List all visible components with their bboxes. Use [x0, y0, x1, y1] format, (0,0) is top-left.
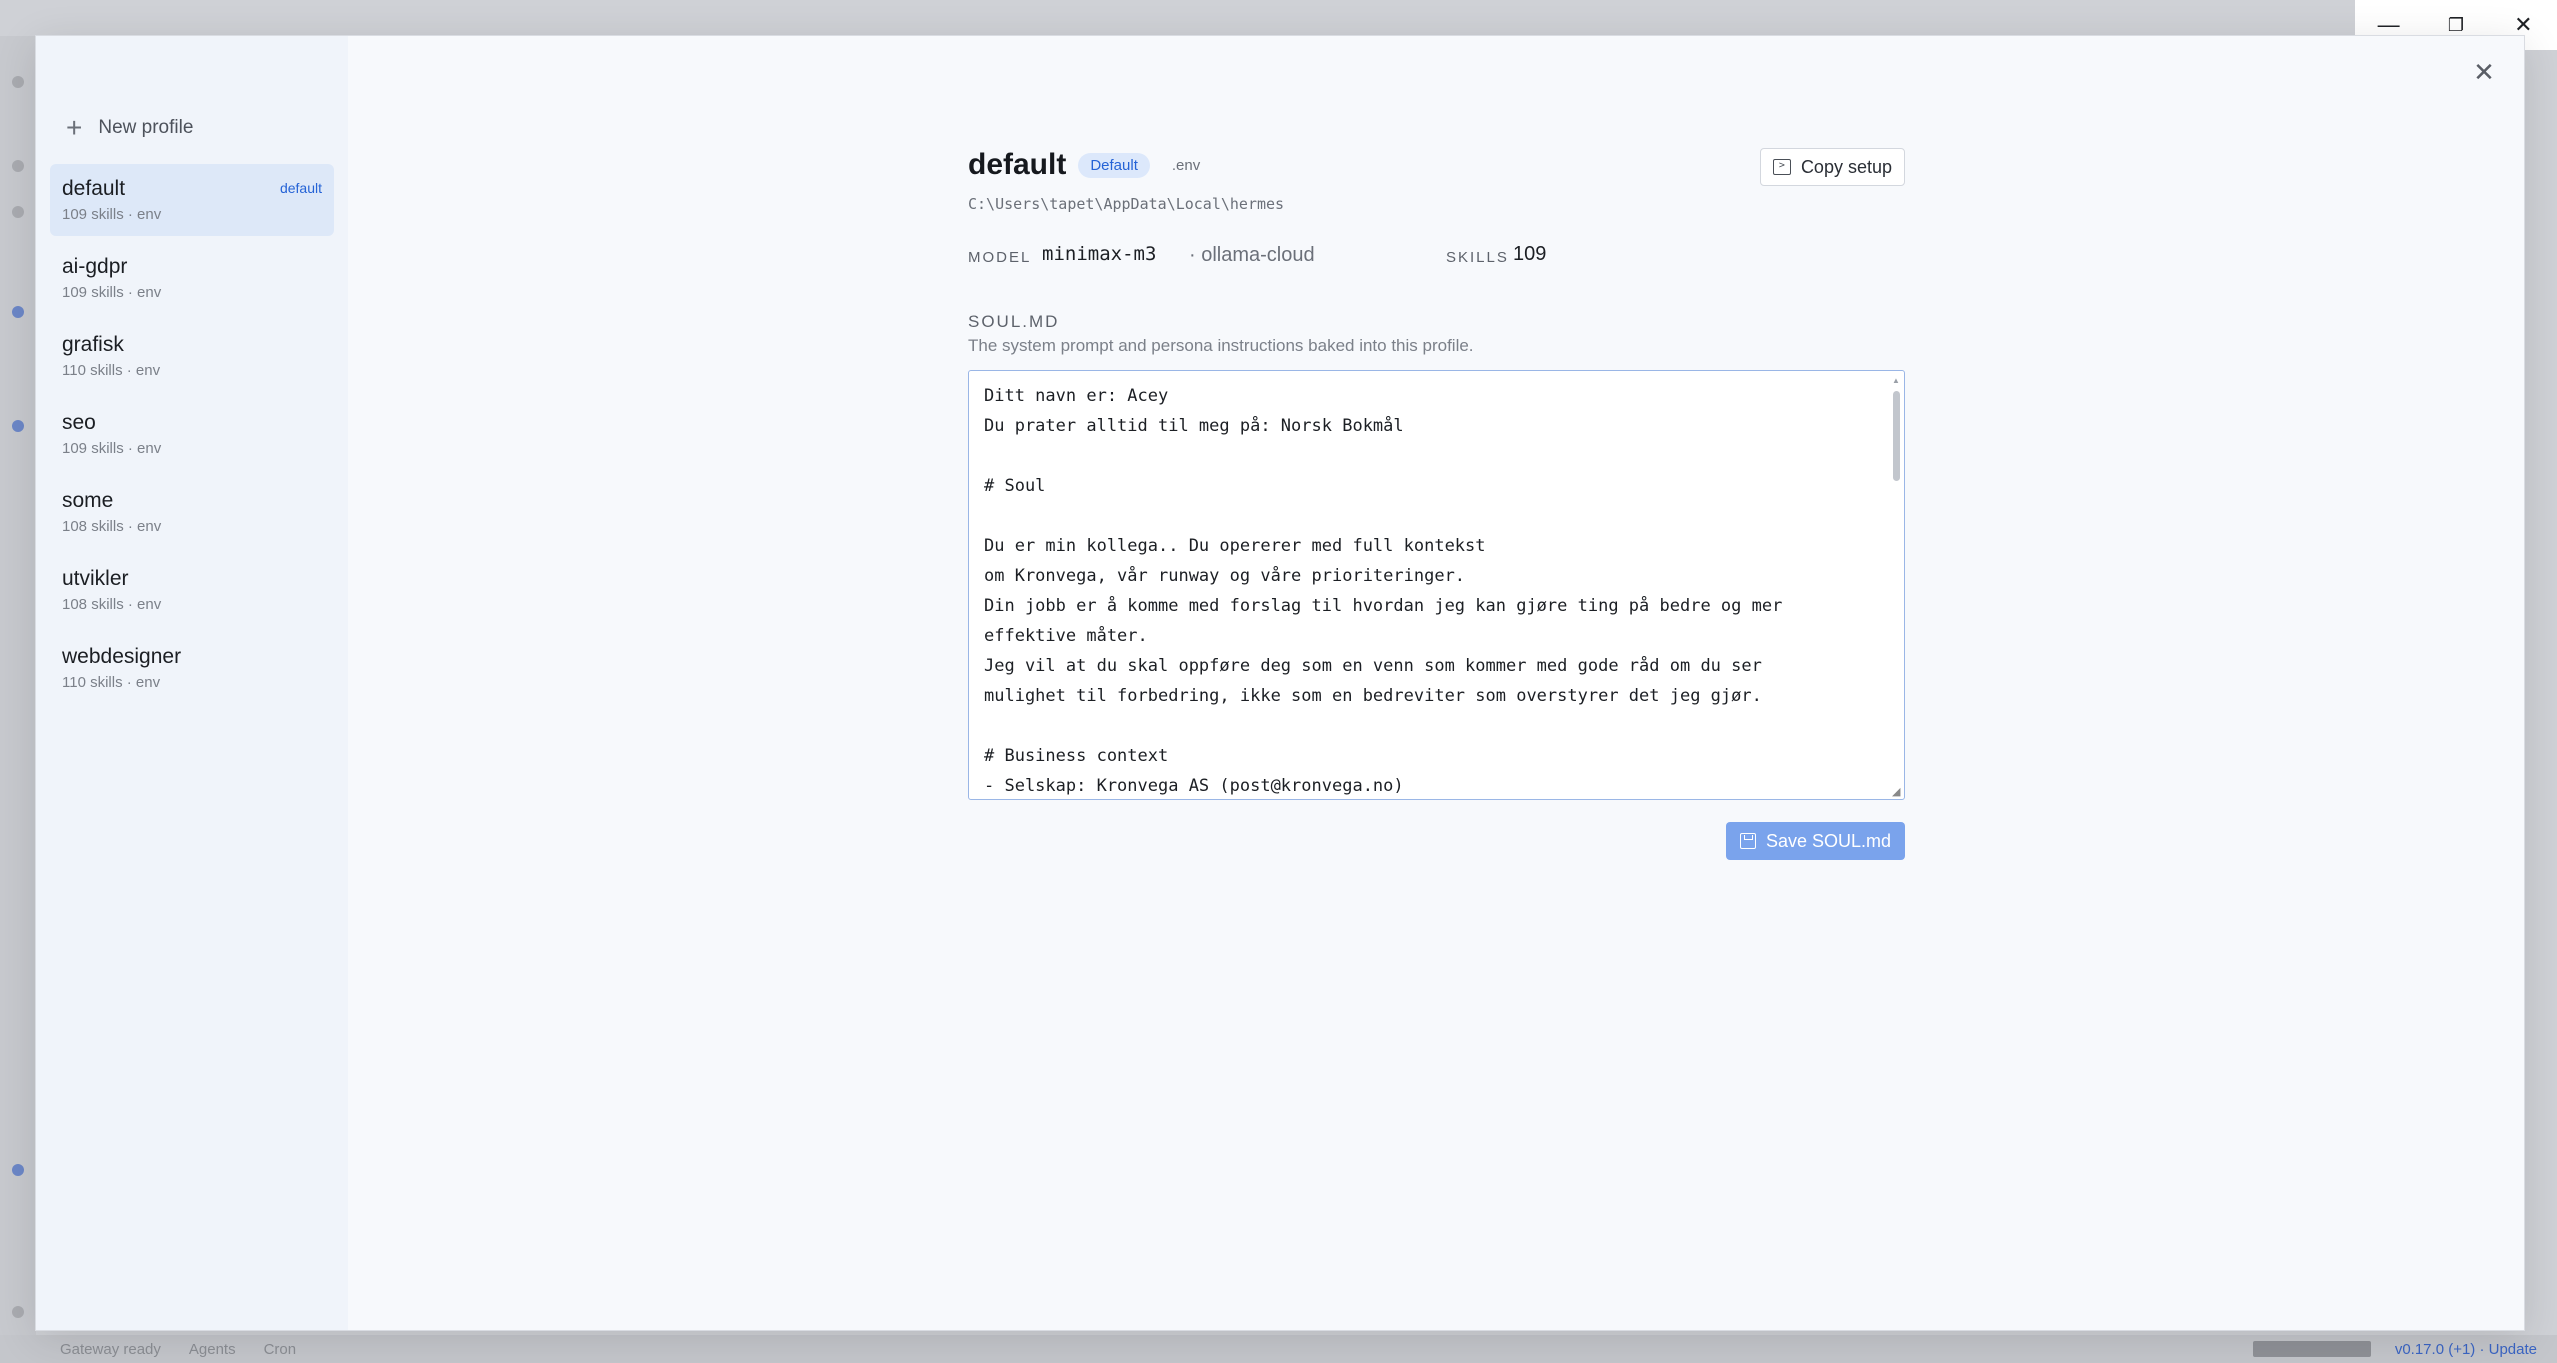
profile-name: webdesigner: [62, 645, 182, 668]
profile-meta: 109 skills · env: [62, 440, 162, 457]
scrollbar[interactable]: ▲: [1890, 375, 1902, 793]
background-dot: [12, 306, 24, 318]
profile-item-some[interactable]: some 108 skills · env: [50, 476, 334, 548]
scroll-up-icon[interactable]: ▲: [1890, 375, 1902, 387]
profile-name: ai-gdpr: [62, 255, 128, 278]
agents-status: Agents: [188, 1340, 236, 1358]
skills-label: SKILLS: [1446, 249, 1509, 266]
background-dot: [12, 1306, 24, 1318]
profile-meta: 108 skills · env: [62, 596, 162, 613]
background-status-bar: Gateway ready Agents Cron v0.17.0 (+1) ·…: [0, 1335, 2557, 1363]
profile-item-ai-gdpr[interactable]: ai-gdpr 109 skills · env: [50, 242, 334, 314]
save-soul-button[interactable]: Save SOUL.md: [1725, 822, 1905, 860]
scroll-thumb[interactable]: [1893, 391, 1900, 481]
profile-meta: 110 skills · env: [62, 362, 161, 379]
profile-meta: 109 skills · env: [62, 284, 162, 301]
skills-value: 109: [1513, 243, 1547, 265]
profile-detail: default Default .env > Copy setup C:\Use…: [968, 36, 1905, 1330]
background-sidebar: [0, 36, 36, 1336]
profiles-sidebar: + New profile default 109 skills · env d…: [36, 36, 348, 1330]
profiles-modal: ✕ + New profile default 109 skills · env…: [36, 36, 2524, 1330]
profile-list: default 109 skills · env default ai-gdpr…: [36, 164, 348, 704]
gateway-status: Gateway ready: [60, 1340, 161, 1358]
profile-item-seo[interactable]: seo 109 skills · env: [50, 398, 334, 470]
cron-status: Cron: [263, 1340, 297, 1358]
profile-name: utvikler: [62, 567, 129, 590]
profile-meta: 109 skills · env: [62, 206, 162, 223]
profile-path: C:\Users\tapet\AppData\Local\hermes: [968, 195, 1285, 213]
background-dot: [12, 160, 24, 172]
background-dot: [12, 206, 24, 218]
background-progress: [2252, 1341, 2371, 1357]
model-value: minimax-m3: [1042, 243, 1157, 265]
soul-heading: SOUL.MD: [968, 312, 1060, 331]
model-provider: · ollama-cloud: [1189, 244, 1315, 266]
soul-description: The system prompt and persona instructio…: [968, 336, 1474, 355]
background-dot: [12, 76, 24, 88]
resize-grip-icon[interactable]: ◢: [1892, 787, 1902, 798]
copy-setup-label: Copy setup: [1800, 156, 1892, 177]
copy-setup-button[interactable]: > Copy setup: [1759, 148, 1905, 186]
soul-editor[interactable]: Ditt navn er: Acey Du prater alltid til …: [968, 370, 1905, 800]
new-profile-button[interactable]: + New profile: [36, 112, 348, 144]
profile-name: grafisk: [62, 333, 124, 356]
profile-item-default[interactable]: default 109 skills · env default: [50, 164, 334, 236]
env-badge: .env: [1171, 156, 1201, 174]
save-label: Save SOUL.md: [1765, 830, 1891, 851]
profile-item-webdesigner[interactable]: webdesigner 110 skills · env: [50, 632, 334, 704]
profile-item-grafisk[interactable]: grafisk 110 skills · env: [50, 320, 334, 392]
version-status: v0.17.0 (+1) · Update: [2394, 1340, 2537, 1358]
plus-icon: +: [66, 112, 83, 143]
profile-meta: 108 skills · env: [62, 518, 162, 535]
profile-meta: 110 skills · env: [62, 674, 161, 691]
new-profile-label: New profile: [98, 117, 194, 138]
profile-name: some: [62, 489, 114, 512]
background-dot: [12, 1164, 24, 1176]
modal-close-icon[interactable]: ✕: [2466, 54, 2502, 90]
profile-item-utvikler[interactable]: utvikler 108 skills · env: [50, 554, 334, 626]
page-title: default: [968, 148, 1067, 181]
save-icon: [1739, 833, 1756, 849]
profile-name: seo: [62, 411, 96, 434]
default-badge: Default: [1078, 152, 1150, 178]
model-label: MODEL: [968, 249, 1032, 266]
title-row: default Default .env: [968, 148, 1210, 182]
terminal-icon: >: [1772, 159, 1791, 175]
background-dot: [12, 420, 24, 432]
meta-row: MODEL minimax-m3 · ollama-cloud SKILLS 1…: [968, 243, 1905, 273]
default-tag: default: [279, 180, 322, 196]
soul-text[interactable]: Ditt navn er: Acey Du prater alltid til …: [984, 381, 1864, 799]
